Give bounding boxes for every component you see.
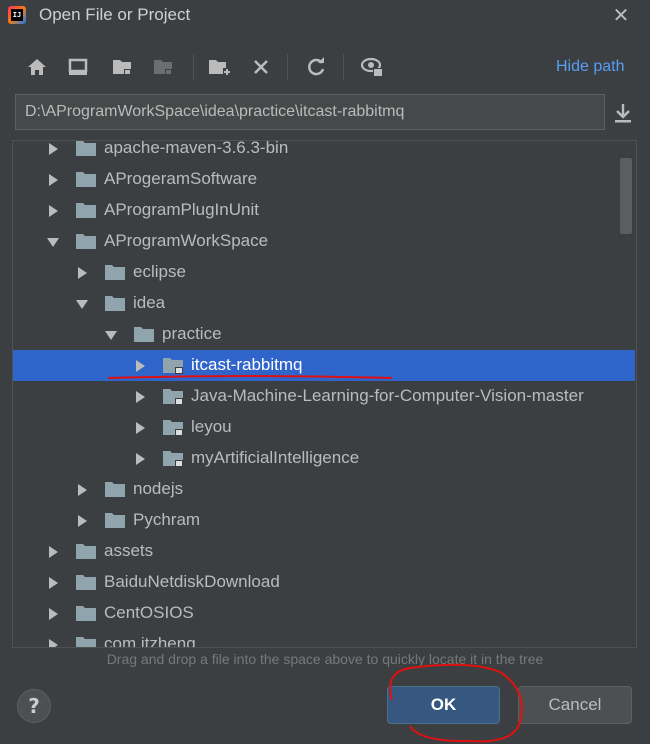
tree-row[interactable]: assets bbox=[13, 536, 635, 567]
project-folder-icon bbox=[163, 389, 183, 405]
tree-row-label: idea bbox=[133, 293, 166, 312]
expand-right-arrow-icon[interactable] bbox=[75, 483, 89, 497]
show-hidden-icon[interactable] bbox=[359, 54, 385, 80]
tree-row[interactable]: idea bbox=[13, 288, 635, 319]
tree-row-label: Java-Machine-Learning-for-Computer-Visio… bbox=[191, 386, 584, 405]
folder-icon bbox=[105, 513, 125, 528]
folder-icon bbox=[76, 141, 96, 156]
tree-row[interactable]: practice bbox=[13, 319, 635, 350]
intellij-logo-icon: IJ bbox=[8, 6, 26, 24]
tree-row-label: AProgramWorkSpace bbox=[104, 231, 269, 250]
tree-row-label: itcast-rabbitmq bbox=[191, 355, 303, 374]
ok-button[interactable]: OK bbox=[387, 686, 500, 724]
tree-row[interactable]: myArtificialIntelligence bbox=[13, 443, 635, 474]
expand-right-arrow-icon[interactable] bbox=[75, 514, 89, 528]
tree-row-label: myArtificialIntelligence bbox=[191, 448, 360, 467]
toolbar bbox=[0, 48, 650, 86]
tree-row-label: com.itzheng bbox=[104, 634, 196, 648]
expand-right-arrow-icon[interactable] bbox=[46, 142, 60, 156]
tree-row-label: AProgramPlugInUnit bbox=[104, 200, 259, 219]
project-folder-icon bbox=[163, 420, 183, 436]
folder-icon bbox=[105, 296, 125, 311]
expand-right-arrow-icon[interactable] bbox=[133, 452, 147, 466]
folder-icon bbox=[76, 544, 96, 559]
folder-icon bbox=[105, 482, 125, 497]
project-folder-icon bbox=[163, 451, 183, 467]
tree-row[interactable]: Pychram bbox=[13, 505, 635, 536]
expand-right-arrow-icon[interactable] bbox=[46, 607, 60, 621]
path-input[interactable]: D:\AProgramWorkSpace\idea\practice\itcas… bbox=[15, 94, 605, 130]
tree-row[interactable]: leyou bbox=[13, 412, 635, 443]
project-folder-icon[interactable] bbox=[109, 54, 135, 80]
toolbar-separator bbox=[343, 54, 344, 80]
help-button[interactable]: ? bbox=[17, 689, 51, 723]
tree-row-label: Pychram bbox=[133, 510, 201, 529]
folder-icon bbox=[76, 575, 96, 590]
tree-row-label: leyou bbox=[191, 417, 232, 436]
tree-row[interactable]: AProgramWorkSpace bbox=[13, 226, 635, 257]
close-icon[interactable]: ✕ bbox=[610, 4, 632, 26]
tree-row-label: practice bbox=[162, 324, 222, 343]
expand-right-arrow-icon[interactable] bbox=[46, 638, 60, 648]
desktop-icon[interactable] bbox=[65, 54, 91, 80]
hide-path-link[interactable]: Hide path bbox=[556, 58, 625, 76]
download-icon[interactable] bbox=[610, 100, 636, 126]
folder-icon bbox=[76, 172, 96, 187]
project-folder-icon bbox=[163, 358, 183, 374]
file-tree[interactable]: apache-maven-3.6.3-bin AProgeramSoftware A… bbox=[12, 140, 637, 648]
tree-row[interactable]: CentOSIOS bbox=[13, 598, 635, 629]
tree-row[interactable]: AProgramPlugInUnit bbox=[13, 195, 635, 226]
delete-icon[interactable] bbox=[248, 54, 274, 80]
tree-row-label: eclipse bbox=[133, 262, 186, 281]
folder-icon bbox=[76, 203, 96, 218]
title-bar: IJ Open File or Project ✕ bbox=[0, 0, 650, 32]
tree-row-label: CentOSIOS bbox=[104, 603, 194, 622]
expand-down-arrow-icon[interactable] bbox=[46, 235, 60, 249]
expand-right-arrow-icon[interactable] bbox=[46, 173, 60, 187]
folder-icon bbox=[105, 265, 125, 280]
tree-row[interactable]: apache-maven-3.6.3-bin bbox=[13, 140, 635, 164]
tree-row[interactable]: com.itzheng bbox=[13, 629, 635, 648]
expand-right-arrow-icon[interactable] bbox=[46, 204, 60, 218]
folder-icon bbox=[76, 234, 96, 249]
home-icon[interactable] bbox=[24, 54, 50, 80]
tree-row-label: nodejs bbox=[133, 479, 184, 498]
expand-down-arrow-icon[interactable] bbox=[75, 297, 89, 311]
cancel-button[interactable]: Cancel bbox=[518, 686, 632, 724]
toolbar-separator bbox=[193, 54, 194, 80]
folder-icon bbox=[76, 637, 96, 647]
expand-down-arrow-icon[interactable] bbox=[104, 328, 118, 342]
expand-right-arrow-icon[interactable] bbox=[133, 390, 147, 404]
new-folder-icon[interactable] bbox=[206, 54, 232, 80]
refresh-icon[interactable] bbox=[303, 54, 329, 80]
tree-row-label: apache-maven-3.6.3-bin bbox=[104, 140, 289, 157]
expand-right-arrow-icon[interactable] bbox=[133, 421, 147, 435]
folder-icon bbox=[76, 606, 96, 621]
expand-right-arrow-icon[interactable] bbox=[46, 545, 60, 559]
module-folder-icon[interactable] bbox=[150, 54, 176, 80]
window-title: Open File or Project bbox=[39, 5, 191, 24]
tree-scrollbar[interactable] bbox=[620, 158, 632, 234]
tree-row[interactable]: BaiduNetdiskDownload bbox=[13, 567, 635, 598]
expand-right-arrow-icon[interactable] bbox=[75, 266, 89, 280]
tree-row-label: BaiduNetdiskDownload bbox=[104, 572, 280, 591]
folder-icon bbox=[134, 327, 154, 342]
tree-row[interactable]: nodejs bbox=[13, 474, 635, 505]
tree-row-label: assets bbox=[104, 541, 154, 560]
expand-right-arrow-icon[interactable] bbox=[133, 359, 147, 373]
tree-row-label: AProgeramSoftware bbox=[104, 169, 258, 188]
tree-row[interactable]: Java-Machine-Learning-for-Computer-Visio… bbox=[13, 381, 635, 412]
tree-row[interactable]: AProgeramSoftware bbox=[13, 164, 635, 195]
tree-row[interactable]: eclipse bbox=[13, 257, 635, 288]
expand-right-arrow-icon[interactable] bbox=[46, 576, 60, 590]
toolbar-separator bbox=[287, 54, 288, 80]
drag-drop-hint: Drag and drop a file into the space abov… bbox=[106, 651, 544, 667]
tree-row[interactable]: itcast-rabbitmq bbox=[13, 350, 635, 381]
